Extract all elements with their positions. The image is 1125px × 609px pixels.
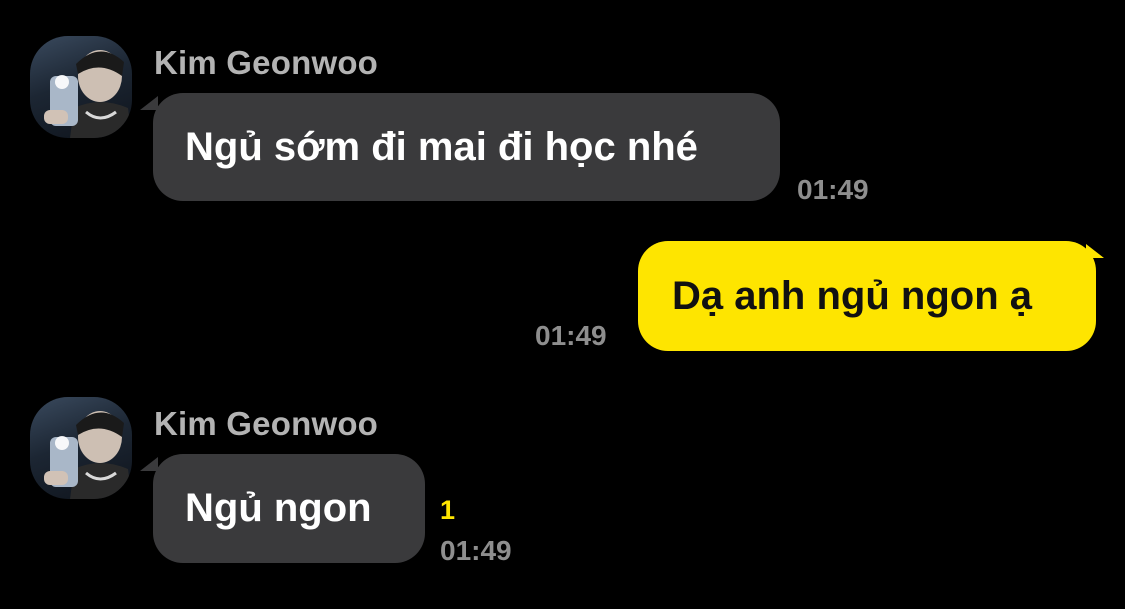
incoming-message-bubble[interactable]: Ngủ sớm đi mai đi học nhé: [153, 93, 780, 201]
sender-avatar[interactable]: [30, 36, 132, 138]
outgoing-message-bubble[interactable]: Dạ anh ngủ ngon ạ: [638, 241, 1096, 351]
message-text: Ngủ ngon: [185, 486, 372, 530]
bubble-tail: [140, 96, 158, 110]
incoming-message-bubble[interactable]: Ngủ ngon: [153, 454, 425, 563]
message-timestamp: 01:49: [797, 174, 869, 205]
message-timestamp: 01:49: [535, 320, 607, 351]
avatar-photo-icon: [44, 411, 132, 499]
message-timestamp: 01:49: [440, 535, 512, 566]
message-text: Ngủ sớm đi mai đi học nhé: [185, 124, 698, 169]
sender-avatar[interactable]: [30, 397, 132, 499]
avatar-photo-icon: [44, 50, 132, 138]
unread-count-badge: 1: [440, 495, 456, 525]
bubble-tail: [140, 457, 158, 471]
message-text: Dạ anh ngủ ngon ạ: [672, 273, 1032, 318]
sender-name: Kim Geonwoo: [154, 44, 379, 81]
sender-name: Kim Geonwoo: [154, 405, 379, 442]
